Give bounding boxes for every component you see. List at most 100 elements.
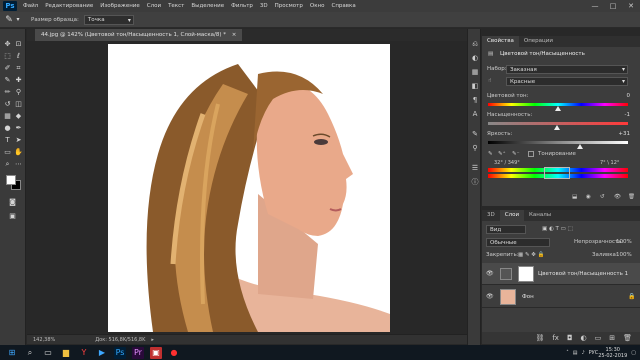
foreground-color-swatch[interactable] (6, 175, 16, 185)
saturation-value[interactable]: -1 (625, 112, 630, 118)
photoshop-taskbar-icon[interactable]: Ps (114, 346, 126, 359)
menu-image[interactable]: Изображение (100, 3, 140, 9)
lasso-tool-icon[interactable]: ℓ (13, 51, 24, 61)
reset-icon[interactable]: ↺ (600, 194, 605, 200)
tab-channels[interactable]: Каналы (524, 210, 556, 221)
view-previous-icon[interactable]: ◉ (586, 194, 591, 200)
type-tool-icon[interactable]: T (2, 135, 13, 145)
lock-icons[interactable]: ▦ ✎ ✥ 🔒 (518, 252, 545, 258)
pen-tool-icon[interactable]: ✒ (13, 123, 24, 133)
zoom-tool-icon[interactable]: ⌕ (2, 159, 13, 169)
layer-row[interactable]: 👁 Цветовой тон/Насыщенность 1 (482, 263, 640, 285)
hand-tool-icon[interactable]: ✋ (13, 147, 24, 157)
search-icon[interactable]: ⌕ (24, 347, 36, 359)
healing-brush-icon[interactable]: ✚ (13, 75, 24, 85)
channel-select[interactable]: Красные (506, 77, 628, 86)
move-tool-icon[interactable]: ✥ (2, 39, 13, 49)
menu-select[interactable]: Выделение (191, 3, 224, 9)
shape-tool-icon[interactable]: ▭ (2, 147, 13, 157)
task-view-icon[interactable]: ▭ (42, 347, 54, 359)
new-layer-icon[interactable]: ⊞ (609, 334, 615, 342)
delete-icon[interactable]: 🗑 (628, 194, 635, 200)
targeted-adjust-icon[interactable]: ☝ (488, 78, 491, 84)
tab-layers[interactable]: Слои (499, 210, 525, 221)
eyedropper-add-icon[interactable]: ✎⁺ (498, 151, 506, 157)
color-panel-icon[interactable]: ◧ (470, 81, 480, 91)
tab-actions[interactable]: Операции (519, 36, 558, 47)
eyedropper-sample-icon[interactable]: ✎ (488, 151, 493, 157)
status-arrow-icon[interactable]: ▸ (151, 337, 154, 343)
eraser-tool-icon[interactable]: ◫ (13, 99, 24, 109)
document-info[interactable]: Док: 516,8K/516,8K (95, 337, 145, 343)
color-range-selector[interactable] (544, 167, 570, 179)
artboard-tool-icon[interactable]: ⊡ (13, 39, 24, 49)
layer-filter-select[interactable]: Вид (486, 225, 526, 234)
history-brush-icon[interactable]: ↺ (2, 99, 13, 109)
tab-properties[interactable]: Свойства (482, 36, 519, 47)
character-panel-icon[interactable]: A (470, 109, 480, 119)
menu-window[interactable]: Окно (310, 3, 325, 9)
tab-3d[interactable]: 3D (482, 210, 500, 221)
tray-arrow-icon[interactable]: ˄ (566, 350, 569, 356)
record-icon[interactable]: ● (168, 347, 180, 359)
hue-slider-thumb[interactable] (555, 106, 561, 111)
link-layers-icon[interactable]: ⛓ (535, 334, 544, 342)
document-tab[interactable]: 44.jpg @ 142% (Цветовой тон/Насыщенность… (35, 29, 243, 41)
fill-value[interactable]: 100% (616, 252, 632, 258)
adjustments-panel-icon[interactable]: ◐ (470, 53, 480, 63)
menu-help[interactable]: Справка (331, 3, 355, 9)
chevron-down-icon[interactable]: ▾ (15, 14, 21, 26)
fx-icon[interactable]: fx (552, 334, 559, 342)
group-icon[interactable]: ▭ (595, 334, 602, 342)
lightness-value[interactable]: +31 (618, 131, 630, 137)
hue-value[interactable]: 0 (627, 93, 631, 99)
layer-mask-thumbnail[interactable] (518, 266, 534, 282)
menu-file[interactable]: Файл (23, 3, 38, 9)
clip-to-layer-icon[interactable]: ⬓ (572, 194, 577, 200)
sample-size-select[interactable]: Точка (83, 14, 134, 25)
paragraph-panel-icon[interactable]: ¶ (470, 95, 480, 105)
eye-icon[interactable]: 👁 (486, 270, 494, 278)
saturation-slider-thumb[interactable] (554, 125, 561, 130)
maximize-button[interactable]: □ (604, 0, 622, 12)
marquee-tool-icon[interactable]: ⬚ (2, 51, 13, 61)
preset-select[interactable]: Заказная (506, 65, 628, 74)
menu-filter[interactable]: Фильтр (231, 3, 253, 9)
clone-source-icon[interactable]: ⚲ (470, 143, 480, 153)
yandex-browser-icon[interactable]: Y (78, 347, 90, 359)
language-indicator[interactable]: РУС (589, 350, 599, 356)
menu-layers[interactable]: Слои (147, 3, 161, 9)
path-select-icon[interactable]: ➤ (13, 135, 24, 145)
eyedropper-subtract-icon[interactable]: ✎⁻ (512, 151, 520, 157)
volume-icon[interactable]: ♪ (581, 350, 584, 356)
premiere-taskbar-icon[interactable]: Pr (132, 346, 144, 359)
menu-type[interactable]: Текст (168, 3, 184, 9)
crop-tool-icon[interactable]: ⌗ (13, 63, 24, 73)
layer-name[interactable]: Фон (522, 294, 534, 300)
close-button[interactable]: ✕ (622, 0, 640, 12)
trash-icon[interactable]: 🗑 (623, 334, 632, 342)
lightness-slider[interactable] (488, 141, 628, 144)
tab-close-icon[interactable]: × (232, 32, 237, 38)
dodge-tool-icon[interactable]: ● (2, 123, 13, 133)
visibility-icon[interactable]: 👁 (614, 194, 621, 200)
file-explorer-icon[interactable]: ▆ (60, 347, 72, 359)
stamp-tool-icon[interactable]: ⚲ (13, 87, 24, 97)
lightness-slider-thumb[interactable] (576, 144, 583, 149)
brush-panel-icon[interactable]: ✎ (470, 129, 480, 139)
layer-row[interactable]: 👁 Фон 🔒 (482, 286, 640, 308)
swatches-panel-icon[interactable]: ▦ (470, 67, 480, 77)
blur-tool-icon[interactable]: ◆ (13, 111, 24, 121)
blend-mode-select[interactable]: Обычные (486, 238, 550, 247)
properties-panel-icon[interactable]: ☰ (470, 163, 480, 173)
menu-view[interactable]: Просмотр (275, 3, 303, 9)
more-tools-icon[interactable]: ⋯ (13, 159, 24, 169)
filter-icons[interactable]: ▣ ◐ T ▭ ⬚ (542, 226, 573, 232)
menu-edit[interactable]: Редактирование (45, 3, 93, 9)
image-canvas[interactable] (108, 44, 390, 332)
eye-icon[interactable]: 👁 (486, 293, 494, 301)
quick-mask-icon[interactable]: ◙ (7, 197, 18, 207)
app-taskbar-icon[interactable]: ▣ (150, 346, 162, 359)
colorize-checkbox[interactable] (528, 151, 534, 157)
windows-start-icon[interactable]: ⊞ (6, 347, 18, 359)
